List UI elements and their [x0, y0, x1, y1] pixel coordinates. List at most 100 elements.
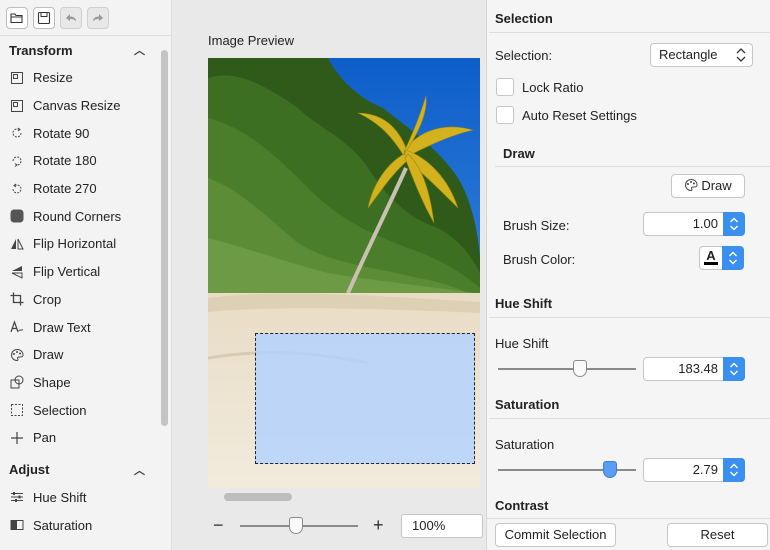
- sidebar-item-label: Saturation: [33, 517, 93, 533]
- draw-button[interactable]: Draw: [671, 174, 745, 198]
- save-button[interactable]: [33, 6, 55, 29]
- divider: [489, 317, 770, 318]
- commit-selection-button[interactable]: Commit Selection: [495, 523, 616, 547]
- sidebar-item-shape[interactable]: Shape: [0, 369, 171, 397]
- hue-shift-slider-thumb[interactable]: [573, 360, 587, 377]
- preview-title: Image Preview: [208, 33, 294, 48]
- crop-icon: [9, 292, 24, 307]
- zoom-input[interactable]: 100%: [401, 514, 483, 538]
- brush-color-label: Brush Color:: [503, 252, 576, 267]
- flip-vertical-icon: [9, 264, 24, 279]
- undo-icon: [66, 13, 76, 21]
- canvas-resize-icon: [9, 98, 24, 113]
- palette-icon: [684, 177, 698, 192]
- selection-mode-value: Rectangle: [659, 47, 718, 62]
- sidebar-item-label: Rotate 180: [33, 153, 97, 169]
- rotate-180-icon: [9, 153, 24, 168]
- hue-shift-slider-track[interactable]: [498, 368, 636, 370]
- flip-horizontal-icon: [9, 236, 24, 251]
- saturation-spinner[interactable]: 2.79: [643, 458, 745, 482]
- palette-icon: [9, 347, 24, 362]
- rotate-90-icon: [9, 126, 24, 141]
- sidebar-item-label: Round Corners: [33, 208, 122, 224]
- sidebar-item-flip-vertical[interactable]: Flip Vertical: [0, 258, 171, 286]
- contrast-section-title: Contrast: [495, 498, 549, 513]
- sidebar-item-label: Rotate 90: [33, 125, 90, 141]
- sidebar-item-label: Flip Vertical: [33, 264, 101, 280]
- toolbar: [0, 0, 171, 36]
- sidebar-item-round-corners[interactable]: Round Corners: [0, 202, 171, 230]
- lock-ratio-checkbox[interactable]: [496, 78, 514, 96]
- selection-mode-select[interactable]: Rectangle: [650, 43, 753, 67]
- spinner-arrows-icon[interactable]: [723, 212, 745, 236]
- sidebar-item-crop[interactable]: Crop: [0, 286, 171, 314]
- updown-chevron-icon: [736, 48, 746, 62]
- brush-color-picker[interactable]: A: [699, 246, 745, 270]
- section-transform-header[interactable]: Transform ︿: [0, 36, 171, 64]
- sidebar: Transform ︿ Resize Canvas Resize Rotate …: [0, 0, 172, 550]
- brush-size-spinner[interactable]: 1.00: [643, 212, 745, 236]
- brush-size-label: Brush Size:: [503, 218, 570, 233]
- sliders-icon: [9, 490, 24, 505]
- saturation-icon: [9, 518, 24, 533]
- section-title: Adjust: [9, 462, 50, 478]
- preview-horizontal-scrollbar[interactable]: [224, 493, 292, 501]
- auto-reset-checkbox[interactable]: [496, 106, 514, 124]
- selection-mode-label: Selection:: [495, 48, 553, 63]
- reset-button[interactable]: Reset: [667, 523, 768, 547]
- draw-section-title: Draw: [503, 146, 535, 161]
- action-bar: Commit Selection Reset: [487, 518, 770, 550]
- lock-ratio-label: Lock Ratio: [522, 80, 584, 95]
- spinner-arrows-icon[interactable]: [722, 246, 744, 270]
- auto-reset-label: Auto Reset Settings: [522, 108, 637, 123]
- open-folder-button[interactable]: [6, 6, 28, 29]
- preview-image[interactable]: [208, 58, 480, 488]
- sidebar-item-draw-text[interactable]: Draw Text: [0, 313, 171, 341]
- sidebar-item-label: Rotate 270: [33, 181, 97, 197]
- sidebar-item-label: Resize: [33, 70, 73, 86]
- section-adjust-header[interactable]: Adjust ︿: [0, 456, 171, 484]
- sidebar-item-label: Pan: [33, 430, 57, 446]
- sidebar-item-flip-horizontal[interactable]: Flip Horizontal: [0, 230, 171, 258]
- chevron-up-icon: ︿: [134, 464, 145, 477]
- hue-shift-label: Hue Shift: [495, 336, 549, 351]
- chevron-up-icon: ︿: [134, 45, 145, 57]
- sidebar-item-selection[interactable]: Selection: [0, 396, 171, 424]
- sidebar-item-pan[interactable]: Pan: [0, 424, 171, 452]
- hue-shift-value: 183.48: [678, 361, 718, 376]
- sidebar-item-label: Crop: [33, 291, 62, 307]
- spinner-arrows-icon[interactable]: [723, 458, 745, 482]
- spinner-arrows-icon[interactable]: [723, 357, 745, 381]
- sidebar-scrollbar[interactable]: [161, 50, 168, 426]
- sidebar-item-hue-shift[interactable]: Hue Shift: [0, 484, 171, 512]
- zoom-slider-thumb[interactable]: [289, 517, 303, 534]
- section-title: Transform: [9, 42, 73, 58]
- sidebar-item-draw[interactable]: Draw: [0, 341, 171, 369]
- round-corners-icon: [9, 209, 24, 224]
- sidebar-item-saturation[interactable]: Saturation: [0, 511, 171, 539]
- rotate-270-icon: [9, 181, 24, 196]
- sidebar-item-label: Shape: [33, 374, 71, 390]
- sidebar-item-label: Selection: [33, 402, 87, 418]
- undo-button[interactable]: [60, 6, 82, 29]
- saturation-slider-thumb[interactable]: [603, 461, 617, 478]
- zoom-out-button[interactable]: −: [213, 514, 224, 536]
- resize-icon: [9, 70, 24, 85]
- zoom-in-button[interactable]: +: [373, 514, 384, 536]
- draw-button-label: Draw: [701, 178, 732, 193]
- saturation-label: Saturation: [495, 437, 555, 452]
- redo-button[interactable]: [87, 6, 109, 29]
- hue-shift-spinner[interactable]: 183.48: [643, 357, 745, 381]
- zoom-controls: − + 100%: [213, 514, 483, 538]
- sidebar-item-rotate-180[interactable]: Rotate 180: [0, 147, 171, 175]
- sidebar-item-resize[interactable]: Resize: [0, 64, 171, 92]
- sidebar-item-label: Draw Text: [33, 319, 91, 335]
- selection-section-title: Selection: [495, 11, 553, 26]
- save-icon: [37, 11, 51, 24]
- selection-rectangle[interactable]: [255, 333, 475, 464]
- sidebar-item-canvas-resize[interactable]: Canvas Resize: [0, 92, 171, 120]
- sidebar-item-rotate-90[interactable]: Rotate 90: [0, 119, 171, 147]
- saturation-section-title: Saturation: [495, 397, 560, 412]
- sidebar-item-rotate-270[interactable]: Rotate 270: [0, 175, 171, 203]
- brush-size-value: 1.00: [692, 216, 718, 231]
